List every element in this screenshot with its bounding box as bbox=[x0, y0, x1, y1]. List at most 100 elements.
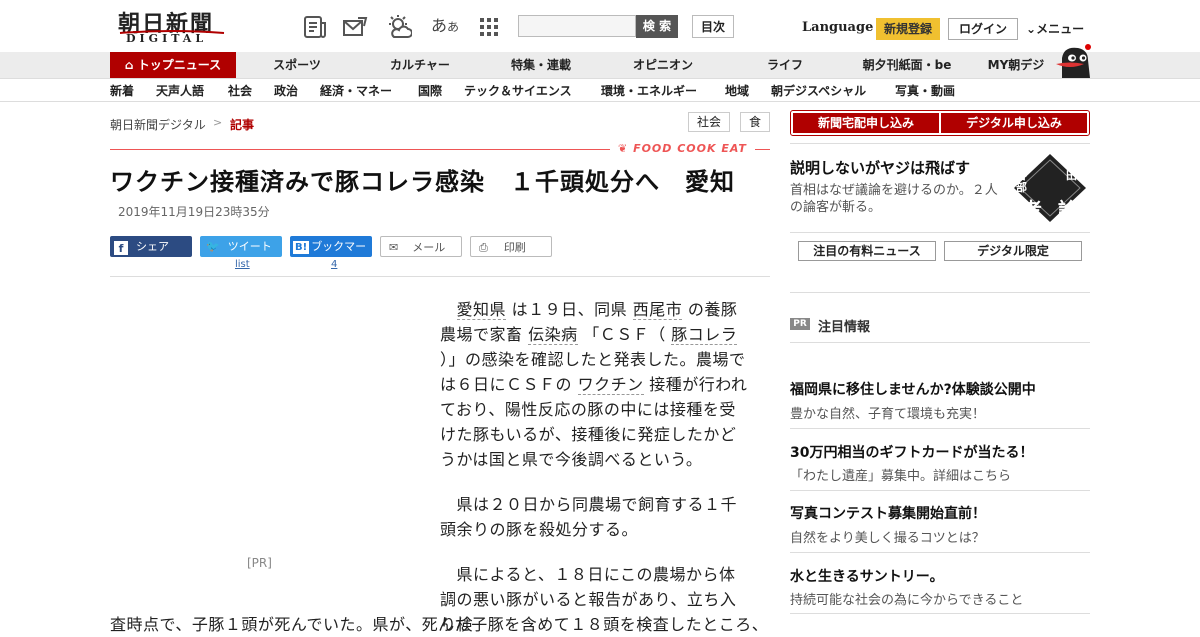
language-link[interactable]: Language bbox=[802, 20, 873, 35]
pr-heading: 注目情報 bbox=[818, 320, 871, 335]
menu-label: メニュー bbox=[1036, 22, 1085, 36]
grid-menu-icon[interactable] bbox=[476, 14, 502, 40]
nav2-item-tenseijingo[interactable]: 天声人語 bbox=[156, 82, 204, 99]
nav2-item-international[interactable]: 国際 bbox=[418, 82, 442, 99]
breadcrumb-home[interactable]: 朝日新聞デジタル bbox=[110, 116, 206, 133]
nav-label: トップニュース bbox=[137, 58, 222, 72]
home-icon: ⌂ bbox=[124, 58, 134, 72]
breadcrumb-current: 記事 bbox=[230, 118, 255, 132]
pr-item-desc[interactable]: 「わたし遺産」募集中。詳細はこちら bbox=[790, 465, 1011, 484]
opinion-emblem[interactable]: 長谷部 杉田 考 論 bbox=[1012, 152, 1088, 224]
emblem-char-1: 考 bbox=[1022, 198, 1042, 222]
font-size-icon[interactable]: ああ bbox=[431, 12, 459, 36]
subscribe-paper-button[interactable]: 新聞宅配申し込み bbox=[793, 113, 939, 133]
font-size-large: あ bbox=[431, 16, 448, 35]
emblem-char-2: 論 bbox=[1058, 198, 1078, 222]
keyword-link[interactable]: 伝染病 bbox=[528, 325, 578, 345]
sidebar-divider bbox=[790, 292, 1090, 293]
nav2-item-region[interactable]: 地域 bbox=[725, 82, 749, 99]
tab-digital-only[interactable]: デジタル限定 bbox=[944, 241, 1082, 261]
search-button[interactable]: 検 索 bbox=[636, 15, 678, 38]
pr-item-title[interactable]: 水と生きるサントリー。 bbox=[790, 566, 944, 586]
pr-item-desc[interactable]: 自然をより美しく撮るコツとは？ bbox=[790, 527, 985, 546]
keyword-link[interactable]: 豚コレラ bbox=[671, 325, 738, 345]
twitter-icon: 🐦 bbox=[206, 240, 220, 253]
printer-icon: ⎙ bbox=[479, 241, 488, 254]
pr-divider bbox=[790, 613, 1090, 614]
login-button[interactable]: ログイン bbox=[948, 18, 1018, 40]
mascot-icon[interactable] bbox=[1054, 42, 1094, 80]
menu-button[interactable]: ⌄メニュー bbox=[1026, 20, 1084, 37]
nav2-item-tech[interactable]: テック＆サイエンス bbox=[464, 82, 572, 99]
article-paragraph-2: 県は２０日から同農場で飼育する１千頭余りの豚を殺処分する。 bbox=[440, 495, 738, 539]
share-print-label: 印刷 bbox=[503, 241, 526, 254]
emblem-name-2: 杉田 bbox=[1066, 157, 1077, 182]
share-mail-button[interactable]: ✉ メール bbox=[380, 236, 462, 257]
nav-item-sports[interactable]: スポーツ bbox=[250, 52, 344, 78]
tag-society[interactable]: 社会 bbox=[688, 112, 730, 132]
nav-item-paper[interactable]: 朝夕刊紙面・be bbox=[850, 52, 964, 78]
nav-item-opinion[interactable]: オピニオン bbox=[616, 52, 710, 78]
pr-item-title[interactable]: 福岡県に移住しませんか?体験談公開中 bbox=[790, 379, 1036, 399]
pr-item-title[interactable]: 30万円相当のギフトカードが当たる！ bbox=[790, 442, 1033, 462]
keyword-link[interactable]: 愛知県 bbox=[456, 300, 507, 320]
sidebar-divider bbox=[790, 143, 1090, 144]
mail-edit-icon[interactable] bbox=[342, 14, 368, 40]
nav-item-life[interactable]: ライフ bbox=[740, 52, 830, 78]
pr-item-title[interactable]: 写真コンテスト募集開始直前！ bbox=[790, 503, 986, 523]
nav2-item-latest[interactable]: 新着 bbox=[110, 82, 134, 99]
share-facebook-button[interactable]: f シェア bbox=[110, 236, 192, 257]
search-input[interactable] bbox=[518, 15, 636, 37]
text-run: 「ＣＳＦ（ bbox=[577, 325, 672, 344]
nav2-item-society[interactable]: 社会 bbox=[228, 82, 252, 99]
facebook-icon: f bbox=[114, 241, 128, 255]
breadcrumb-separator: > bbox=[213, 116, 223, 129]
keyword-link[interactable]: ワクチン bbox=[577, 375, 644, 395]
article-date: 2019年11月19日23時35分 bbox=[118, 205, 270, 219]
hatena-icon: B! bbox=[293, 241, 310, 254]
nav2-item-photo[interactable]: 写真・動画 bbox=[895, 82, 955, 99]
share-hatena-button[interactable]: B! ブックマーク bbox=[290, 236, 372, 274]
food-banner[interactable]: ❦ FOOD COOK EAT bbox=[610, 142, 755, 155]
nav2-item-economy[interactable]: 経済・マネー bbox=[320, 82, 392, 99]
chevron-down-icon: ⌄ bbox=[1026, 22, 1037, 36]
article-paragraph-3-continued: 査時点で、子豚１頭が死んでいた。県が、死んだ子豚を含めて１８頭を検査したところ、 bbox=[110, 615, 769, 634]
article-divider bbox=[110, 276, 770, 277]
weather-icon[interactable] bbox=[386, 14, 412, 40]
tab-paid-news[interactable]: 注目の有料ニュース bbox=[798, 241, 936, 261]
hatena-count[interactable]: 4 bbox=[331, 259, 337, 270]
pr-divider bbox=[790, 428, 1090, 429]
nav-item-culture[interactable]: カルチャー bbox=[370, 52, 470, 78]
nav-item-top-news[interactable]: ⌂ トップニュース bbox=[110, 52, 236, 78]
share-facebook-label: シェア bbox=[136, 240, 169, 253]
nav-item-features[interactable]: 特集・連載 bbox=[494, 52, 588, 78]
register-button[interactable]: 新規登録 bbox=[876, 18, 940, 40]
food-banner-label: FOOD COOK EAT bbox=[633, 142, 747, 155]
share-print-button[interactable]: ⎙ 印刷 bbox=[470, 236, 552, 257]
sidebar-divider bbox=[790, 232, 1090, 233]
opinion-description: 首相はなぜ議論を避けるのか。２人の論客が斬る。 bbox=[790, 183, 998, 215]
font-size-small: あ bbox=[447, 20, 460, 34]
opinion-title[interactable]: 説明しないがヤジは飛ばす bbox=[790, 157, 970, 178]
newspaper-icon[interactable] bbox=[302, 14, 328, 40]
twitter-count[interactable]: list bbox=[235, 259, 250, 270]
pr-item-desc[interactable]: 持続可能な社会の為に今からできること bbox=[790, 589, 1023, 608]
text-run: は１９日、同県 bbox=[506, 300, 633, 319]
nav2-item-special[interactable]: 朝デジスペシャル bbox=[771, 82, 866, 99]
article-title: ワクチン接種済みで豚コレラ感染 １千頭処分へ 愛知 bbox=[110, 168, 735, 196]
nav2-item-politics[interactable]: 政治 bbox=[274, 82, 298, 99]
pr-item-desc[interactable]: 豊かな自然、子育て環境も充実！ bbox=[790, 403, 985, 422]
toc-button[interactable]: 目次 bbox=[692, 15, 734, 38]
pr-divider bbox=[790, 552, 1090, 553]
share-twitter-label: ツイート bbox=[227, 240, 272, 253]
subscribe-digital-button[interactable]: デジタル申し込み bbox=[941, 113, 1087, 133]
share-mail-label: メール bbox=[412, 241, 446, 254]
ad-label: [PR] bbox=[247, 556, 272, 570]
share-twitter-button[interactable]: 🐦 ツイート bbox=[200, 236, 282, 257]
nav-item-my[interactable]: MY朝デジ bbox=[980, 52, 1052, 78]
nav2-item-environment[interactable]: 環境・エネルギー bbox=[601, 82, 697, 99]
keyword-link[interactable]: 西尾市 bbox=[632, 300, 683, 320]
tag-food[interactable]: 食 bbox=[740, 112, 770, 132]
emblem-name-1: 長谷部 bbox=[1016, 157, 1027, 194]
